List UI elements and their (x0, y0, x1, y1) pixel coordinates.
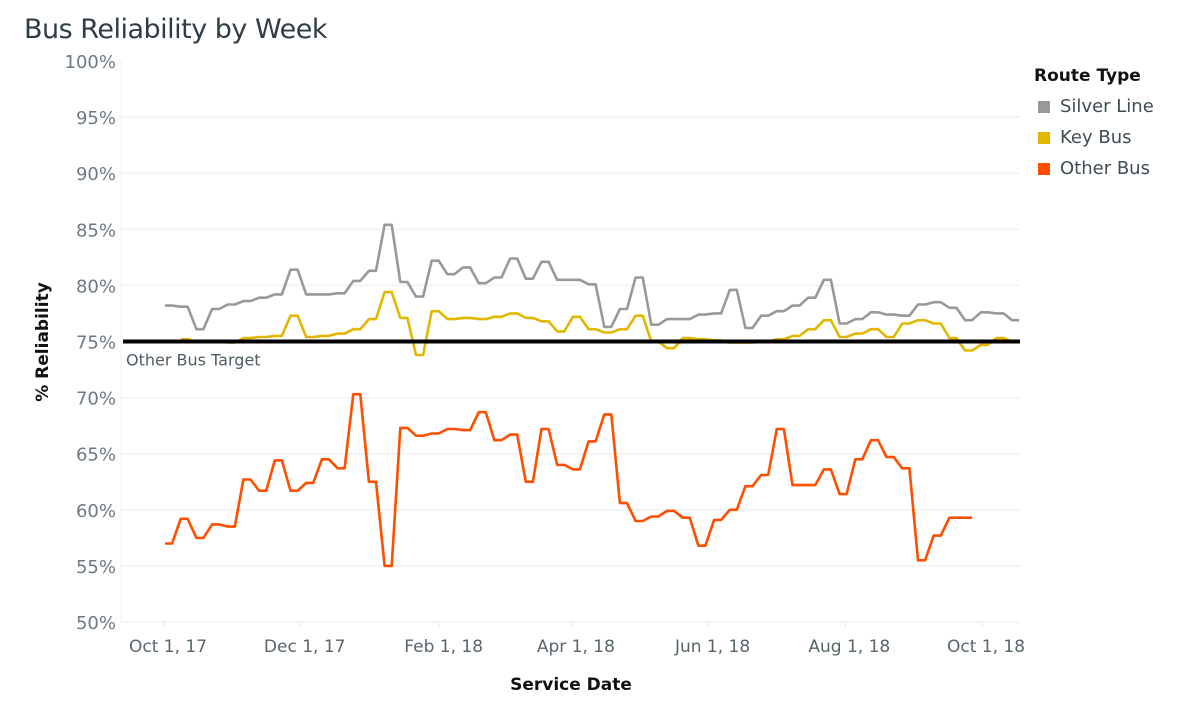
y-tick-label: 85% (76, 220, 116, 241)
legend-swatch (1038, 131, 1050, 144)
x-axis-label: Service Date (510, 675, 632, 695)
y-tick-label: 60% (76, 501, 116, 522)
y-tick-label: 95% (76, 108, 116, 129)
x-tick-label: Jun 1, 18 (674, 637, 750, 657)
series-line-silver-line (165, 223, 1020, 331)
series-line-other-bus (165, 392, 973, 568)
y-tick-label: 65% (76, 445, 116, 466)
x-tick-label: Apr 1, 18 (537, 637, 615, 657)
legend-item[interactable]: Silver Line (1034, 91, 1154, 122)
legend: Route Type Silver Line Key Bus Other Bus (1034, 66, 1154, 184)
legend-label: Other Bus (1060, 158, 1150, 179)
y-tick-label: 70% (76, 389, 116, 410)
legend-item[interactable]: Other Bus (1034, 153, 1154, 184)
y-axis-ticks: 100% 95% 90% 85% 80% 75% 70% 65% 60% 55% 50% (65, 52, 116, 634)
y-tick-label: 50% (76, 613, 116, 634)
y-tick-label: 80% (76, 276, 116, 297)
x-tick-label: Dec 1, 17 (264, 637, 346, 657)
y-tick-label: 90% (76, 164, 116, 185)
legend-title: Route Type (1034, 66, 1141, 86)
x-tick-label: Aug 1, 18 (808, 637, 890, 657)
legend-label: Key Bus (1060, 127, 1132, 148)
legend-item[interactable]: Key Bus (1034, 122, 1154, 153)
x-axis-ticks: Oct 1, 17 Dec 1, 17 Feb 1, 18 Apr 1, 18 Jun … (129, 622, 1025, 657)
legend-swatch (1038, 100, 1050, 113)
y-tick-label: 55% (76, 557, 116, 578)
reference-line-label: Other Bus Target (126, 351, 261, 370)
x-tick-label: Feb 1, 18 (404, 637, 483, 657)
x-tick-label: Oct 1, 18 (947, 637, 1025, 657)
x-tick-label: Oct 1, 17 (129, 637, 207, 657)
line-chart: 100% 95% 90% 85% 80% 75% 70% 65% 60% 55% 50% Oct 1… (33, 52, 1025, 695)
legend-label: Silver Line (1060, 96, 1154, 117)
legend-swatch (1038, 162, 1050, 175)
y-axis-label: % Reliability (33, 282, 53, 402)
reference-line-group: Other Bus Target (123, 339, 1020, 370)
series-lines (165, 223, 1020, 568)
y-tick-label: 75% (76, 333, 116, 354)
y-tick-label: 100% (65, 52, 116, 73)
